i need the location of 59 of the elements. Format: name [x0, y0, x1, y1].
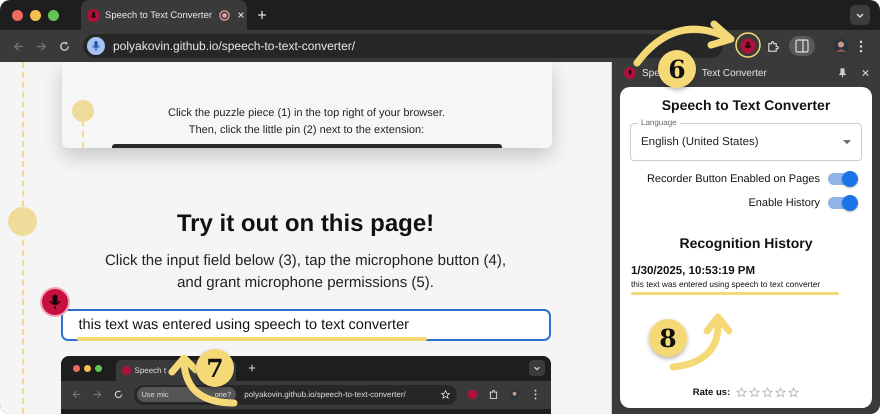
microphone-icon [87, 8, 100, 22]
maximize-window-icon [94, 364, 102, 372]
rating-label: Rate us: [692, 387, 730, 398]
close-tab-icon[interactable] [237, 11, 246, 19]
back-icon[interactable] [12, 40, 25, 52]
avatar-icon [508, 389, 520, 400]
panel-title: Text Converter [702, 68, 767, 78]
forward-icon [92, 389, 102, 400]
microphone-icon [122, 366, 130, 375]
microphone-extension-icon [466, 389, 478, 400]
input-field[interactable]: this text was entered using speech to text converter [60, 308, 550, 341]
star-icon [440, 389, 450, 400]
instruction-text: and grant microphone permissions (5). [177, 272, 434, 293]
instruction-text: Click the input field below (3), tap the microphone button (4), [104, 250, 506, 271]
side-panel-icon[interactable] [789, 36, 815, 56]
timeline-dot [8, 207, 37, 236]
minimize-window-icon [84, 364, 90, 372]
tab-search-icon[interactable] [850, 5, 870, 25]
close-window-icon [72, 364, 80, 372]
page-heading: Try it out on this page! [176, 210, 434, 238]
address-bar[interactable]: polyakovin.github.io/speech-to-text-converter/ [83, 34, 723, 58]
setting-label: Enable History [748, 197, 820, 209]
star-rating[interactable] [736, 387, 800, 398]
microphone-icon[interactable] [87, 37, 105, 55]
step-text: Click the puzzle piece (1) in the top right of your browser. [168, 106, 445, 121]
panel-title: Spe [642, 68, 660, 78]
new-tab-icon[interactable] [257, 10, 267, 20]
microphone-icon [624, 67, 636, 79]
history-text: this text was entered using speech to text converter [631, 279, 822, 289]
toggle-switch[interactable] [828, 173, 856, 185]
maximize-window-icon[interactable] [48, 10, 59, 20]
forward-icon[interactable] [35, 40, 48, 52]
microphone-extension-icon[interactable] [740, 38, 756, 54]
step-text: Then, click the little pin (2) next to the extension: [188, 122, 424, 138]
recording-icon [219, 10, 230, 20]
minimize-window-icon[interactable] [30, 10, 41, 20]
new-tab-icon [248, 364, 256, 372]
menu-icon[interactable] [859, 40, 863, 52]
toggle-switch[interactable] [828, 197, 856, 209]
puzzle-icon [488, 389, 498, 400]
reload-icon [112, 389, 124, 400]
close-icon[interactable] [861, 68, 870, 78]
puzzle-icon[interactable] [766, 40, 779, 52]
highlight-ring [735, 32, 761, 58]
tab-search-icon [528, 360, 544, 376]
history-timestamp: 1/30/2025, 10:53:19 PM [631, 265, 756, 277]
back-icon [70, 389, 82, 400]
caret-icon [843, 140, 851, 144]
close-window-icon[interactable] [12, 10, 23, 20]
reload-icon[interactable] [58, 40, 71, 52]
microphone-button[interactable] [40, 287, 70, 317]
avatar-icon[interactable] [833, 38, 849, 54]
popup-title: Speech to Text Converter [662, 97, 830, 113]
timeline-dot [72, 100, 94, 122]
setting-label: Recorder Button Enabled on Pages [646, 173, 820, 185]
history-title: Recognition History [679, 235, 812, 251]
pin-icon[interactable] [838, 68, 847, 78]
browser-tab[interactable]: Speech to Text Converter [81, 0, 247, 30]
curved-arrow [168, 354, 238, 406]
